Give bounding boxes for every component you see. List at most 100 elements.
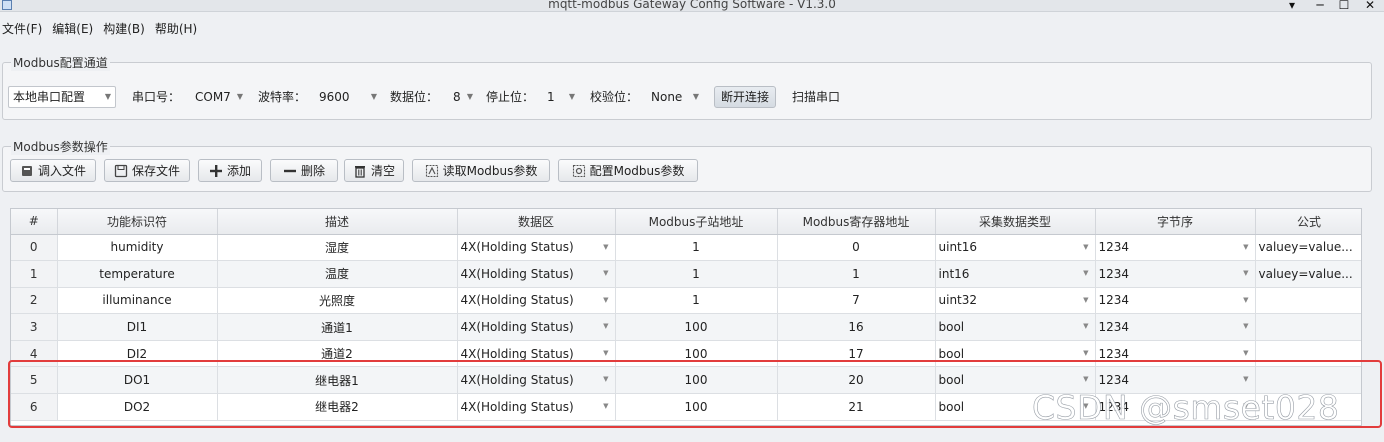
slave-address-cell[interactable]: 100	[615, 393, 778, 421]
menu-file[interactable]: 文件(F)	[0, 18, 50, 40]
register-address-cell[interactable]: 1	[777, 260, 936, 288]
slave-address-cell[interactable]: 1	[615, 234, 778, 262]
data-type-select-value: int16	[938, 266, 970, 281]
col-header-description[interactable]: 描述	[217, 209, 458, 235]
table-row[interactable]: 3 DI1 通道1 4X(Holding Status) ▼ 100 16 bool ▼ 1234…	[11, 313, 1361, 341]
chevron-down-icon: ▼	[1083, 269, 1089, 278]
description-cell[interactable]: 光照度	[217, 287, 458, 315]
data-area-select[interactable]: 4X(Holding Status) ▼	[457, 234, 616, 262]
identifier-cell[interactable]: DO1	[57, 366, 218, 395]
disconnect-button[interactable]: 断开连接	[714, 86, 776, 108]
byte-order-select-value: 1234	[1098, 346, 1130, 361]
col-header-index[interactable]: #	[11, 209, 58, 235]
table-row[interactable]: 0 humidity 湿度 4X(Holding Status) ▼ 1 0 uint16 ▼ 1…	[11, 234, 1361, 262]
slave-address-cell[interactable]: 100	[615, 313, 778, 341]
byte-order-select[interactable]: 1234 ▼	[1095, 234, 1256, 262]
register-address-cell[interactable]: 16	[777, 313, 936, 341]
read-modbus-button[interactable]: 读取Modbus参数	[412, 159, 550, 182]
table-row[interactable]: 4 DI2 通道2 4X(Holding Status) ▼ 100 17 bool ▼ 1234…	[11, 340, 1361, 368]
menu-build[interactable]: 构建(B)	[101, 18, 153, 40]
close-button[interactable]: ✕	[1362, 0, 1378, 12]
data-area-select[interactable]: 4X(Holding Status) ▼	[457, 313, 616, 341]
col-header-data-type[interactable]: 采集数据类型	[935, 209, 1096, 235]
data-area-select[interactable]: 4X(Holding Status) ▼	[457, 260, 616, 288]
minimize-button[interactable]: ─	[1312, 0, 1328, 12]
identifier-cell[interactable]: DO2	[57, 393, 218, 421]
menu-help[interactable]: 帮助(H)	[153, 18, 205, 40]
col-header-slave-address[interactable]: Modbus子站地址	[615, 209, 778, 235]
parity-select[interactable]: None ▼	[646, 86, 704, 108]
col-header-register-address[interactable]: Modbus寄存器地址	[777, 209, 936, 235]
config-modbus-button[interactable]: 配置Modbus参数	[558, 159, 698, 182]
clear-button[interactable]: 清空	[344, 159, 404, 182]
identifier-cell[interactable]: humidity	[57, 234, 218, 262]
byte-order-select[interactable]: 1234 ▼	[1095, 313, 1256, 341]
maximize-button[interactable]: ☐	[1336, 0, 1352, 12]
formula-cell[interactable]: valuey=value...	[1255, 260, 1361, 288]
description-cell[interactable]: 温度	[217, 260, 458, 288]
identifier-cell[interactable]: temperature	[57, 260, 218, 288]
chevron-down-icon: ▼	[1243, 295, 1249, 304]
table-row[interactable]: 2 illuminance 光照度 4X(Holding Status) ▼ 1 7 uint…	[11, 287, 1361, 315]
description-cell[interactable]: 通道1	[217, 313, 458, 341]
register-address-cell[interactable]: 0	[777, 234, 936, 262]
slave-address-cell[interactable]: 100	[615, 366, 778, 395]
import-file-button[interactable]: 调入文件	[10, 159, 96, 182]
formula-cell[interactable]: valuey=value...	[1255, 234, 1361, 262]
port-select[interactable]: COM7 ▼	[190, 86, 248, 108]
delete-button[interactable]: 删除	[270, 159, 338, 182]
data-area-select[interactable]: 4X(Holding Status) ▼	[457, 366, 616, 395]
register-address-cell[interactable]: 17	[777, 340, 936, 368]
parity-label: 校验位：	[590, 90, 639, 104]
data-type-select[interactable]: int16 ▼	[935, 260, 1096, 288]
data-type-select[interactable]: bool ▼	[935, 313, 1096, 341]
slave-address-cell[interactable]: 1	[615, 287, 778, 315]
data-area-select[interactable]: 4X(Holding Status) ▼	[457, 340, 616, 368]
description-cell[interactable]: 继电器2	[217, 393, 458, 421]
description-cell[interactable]: 通道2	[217, 340, 458, 368]
scan-ports-button[interactable]: 扫描串口	[784, 86, 848, 108]
formula-cell[interactable]	[1255, 313, 1361, 341]
stopbits-select[interactable]: 1 ▼	[542, 86, 580, 108]
register-address-cell[interactable]: 20	[777, 366, 936, 395]
menu-dropdown-icon[interactable]: ▾	[1284, 0, 1300, 12]
identifier-cell[interactable]: illuminance	[57, 287, 218, 315]
slave-address-cell[interactable]: 1	[615, 260, 778, 288]
col-header-identifier[interactable]: 功能标识符	[57, 209, 218, 235]
description-cell[interactable]: 湿度	[217, 234, 458, 262]
data-area-select-value: 4X(Holding Status)	[460, 240, 574, 255]
data-area-select[interactable]: 4X(Holding Status) ▼	[457, 393, 616, 421]
save-file-button[interactable]: 保存文件	[104, 159, 190, 182]
row-index[interactable]: 1	[11, 260, 58, 288]
baud-select[interactable]: 9600 ▼	[314, 86, 382, 108]
add-button[interactable]: 添加	[198, 159, 262, 182]
row-index[interactable]: 4	[11, 340, 58, 368]
byte-order-select[interactable]: 1234 ▼	[1095, 287, 1256, 315]
formula-cell[interactable]	[1255, 340, 1361, 368]
row-index[interactable]: 0	[11, 234, 58, 262]
register-address-cell[interactable]: 21	[777, 393, 936, 421]
col-header-formula[interactable]: 公式	[1255, 209, 1361, 235]
data-type-select[interactable]: uint16 ▼	[935, 234, 1096, 262]
row-index[interactable]: 2	[11, 287, 58, 315]
data-area-select[interactable]: 4X(Holding Status) ▼	[457, 287, 616, 315]
description-cell[interactable]: 继电器1	[217, 366, 458, 395]
data-type-select[interactable]: bool ▼	[935, 340, 1096, 368]
row-index[interactable]: 6	[11, 393, 58, 421]
byte-order-select[interactable]: 1234 ▼	[1095, 340, 1256, 368]
formula-cell[interactable]	[1255, 287, 1361, 315]
row-index[interactable]: 3	[11, 313, 58, 341]
identifier-cell[interactable]: DI1	[57, 313, 218, 341]
byte-order-select[interactable]: 1234 ▼	[1095, 260, 1256, 288]
data-type-select[interactable]: uint32 ▼	[935, 287, 1096, 315]
databits-select[interactable]: 8 ▼	[448, 86, 478, 108]
connection-mode-select[interactable]: 本地串口配置 ▼	[8, 86, 116, 108]
row-index[interactable]: 5	[11, 366, 58, 395]
register-address-cell[interactable]: 7	[777, 287, 936, 315]
col-header-byte-order[interactable]: 字节序	[1095, 209, 1256, 235]
identifier-cell[interactable]: DI2	[57, 340, 218, 368]
menu-edit[interactable]: 编辑(E)	[50, 18, 101, 40]
table-row[interactable]: 1 temperature 温度 4X(Holding Status) ▼ 1 1 int16…	[11, 260, 1361, 288]
slave-address-cell[interactable]: 100	[615, 340, 778, 368]
col-header-data-area[interactable]: 数据区	[457, 209, 616, 235]
